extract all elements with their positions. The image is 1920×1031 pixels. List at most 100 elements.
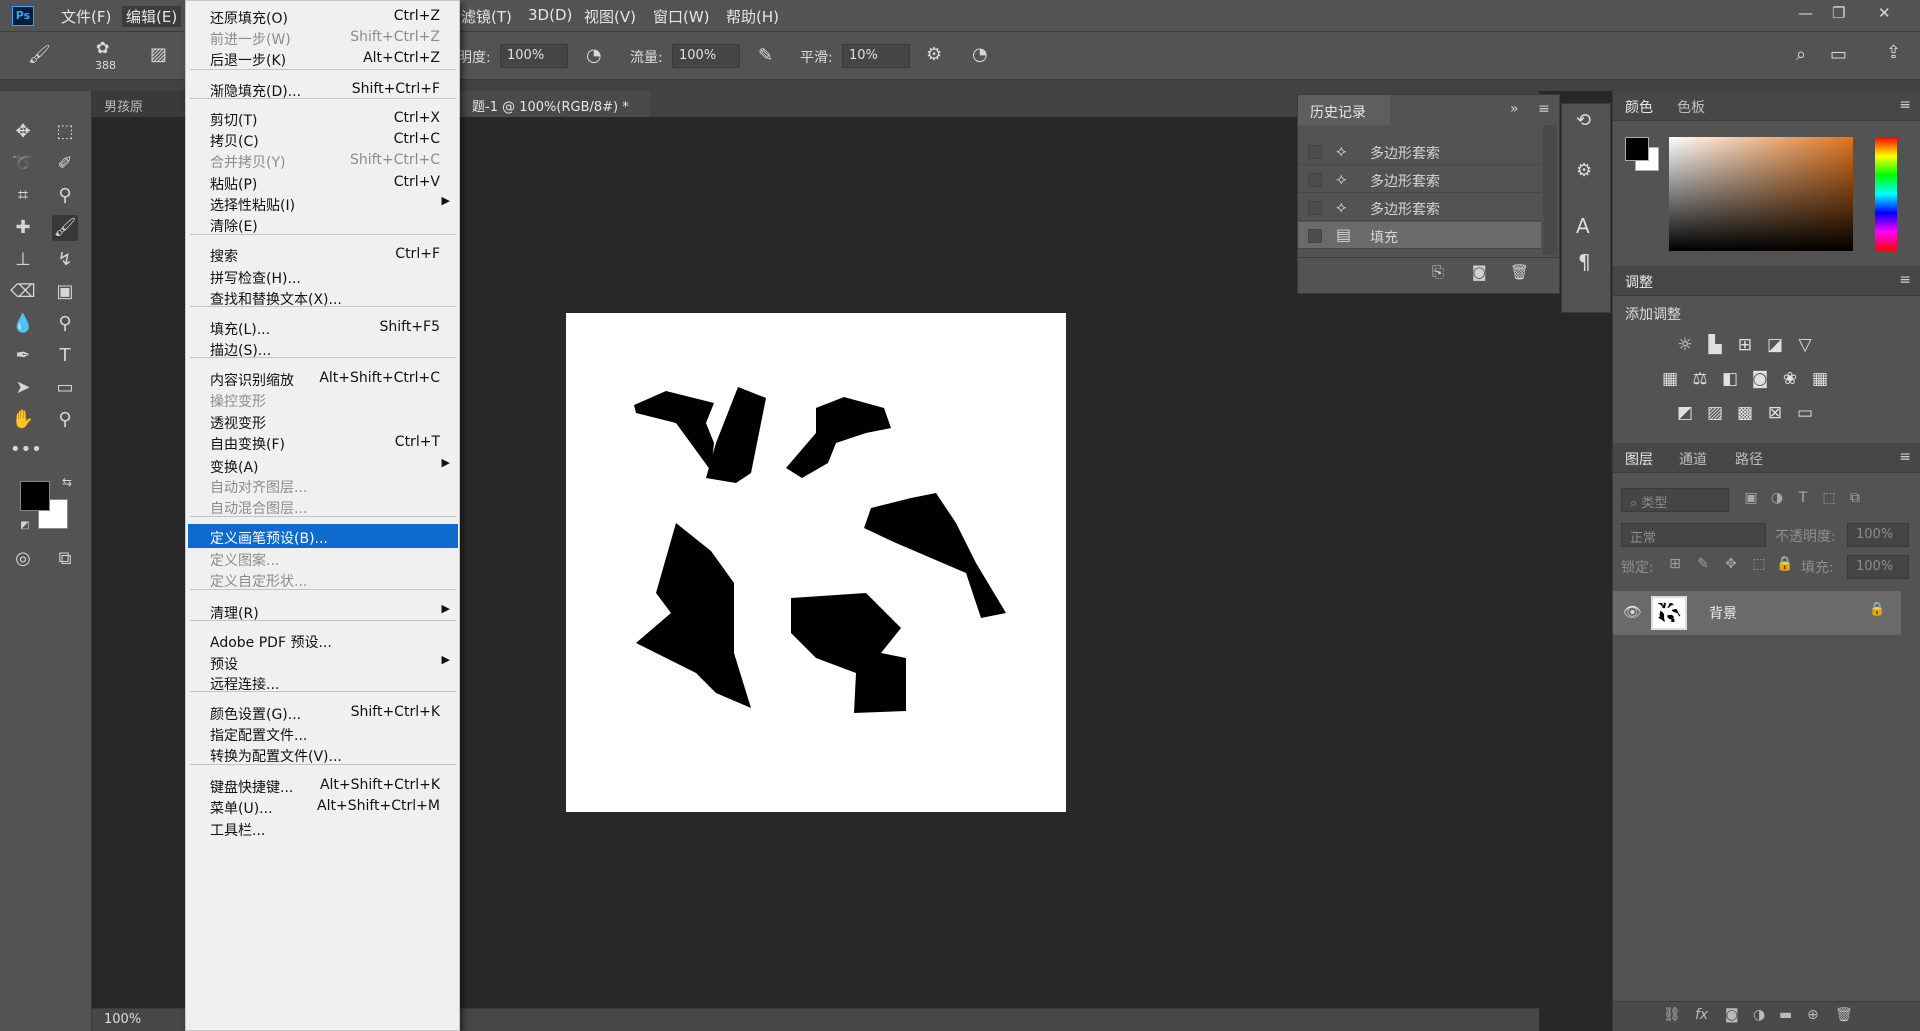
history-brush-tool-icon[interactable]: ↯: [52, 247, 78, 273]
history-item[interactable]: ⟡ 多边形套索: [1298, 194, 1541, 221]
opacity-field[interactable]: 100%: [500, 44, 568, 68]
character-panel-icon[interactable]: A: [1576, 214, 1590, 238]
marquee-tool-icon[interactable]: ⬚: [52, 119, 78, 145]
paragraph-panel-icon[interactable]: ¶: [1578, 250, 1591, 274]
lock-position-icon[interactable]: ✥: [1719, 556, 1743, 578]
new-group-icon[interactable]: ▬: [1779, 1007, 1792, 1023]
filter-shape-icon[interactable]: ⬚: [1817, 490, 1841, 512]
quick-mask-icon[interactable]: ◎: [10, 546, 36, 572]
workspace-icon[interactable]: ▭: [1830, 44, 1847, 65]
edit-menu-item[interactable]: Adobe PDF 预设...: [188, 628, 458, 652]
filter-pixel-icon[interactable]: ▣: [1739, 490, 1763, 512]
pressure-opacity-icon[interactable]: ◔: [586, 45, 602, 66]
brush-settings-icon[interactable]: ▨: [150, 44, 167, 65]
trash-icon[interactable]: 🗑: [1510, 263, 1529, 281]
airbrush-icon[interactable]: ✎: [758, 45, 773, 66]
color-lookup-icon[interactable]: ▦: [1808, 369, 1832, 391]
brightness-icon[interactable]: ☼: [1673, 335, 1697, 357]
fill-field[interactable]: 100%: [1847, 555, 1909, 579]
gradient-tool-icon[interactable]: ▣: [52, 279, 78, 305]
tab-layers[interactable]: 图层: [1625, 449, 1653, 469]
foreground-color-swatch[interactable]: [20, 481, 50, 511]
history-checkbox[interactable]: [1308, 173, 1322, 187]
panel-menu-icon[interactable]: ≡: [1899, 449, 1911, 465]
history-item[interactable]: ⟡ 多边形套索: [1298, 138, 1541, 165]
menu-edit[interactable]: 编辑(E): [122, 6, 182, 27]
history-item[interactable]: ⟡ 多边形套索: [1298, 166, 1541, 193]
history-item-current[interactable]: ▤ 填充: [1298, 222, 1541, 249]
lock-image-icon[interactable]: ✎: [1691, 556, 1715, 578]
search-icon[interactable]: ⌕: [1796, 44, 1806, 65]
lock-artboard-icon[interactable]: ⬚: [1747, 556, 1771, 578]
new-adjustment-icon[interactable]: ◑: [1753, 1007, 1765, 1023]
history-checkbox[interactable]: [1308, 229, 1322, 243]
smoothing-field[interactable]: 10%: [842, 44, 910, 68]
blend-mode-select[interactable]: 正常: [1621, 523, 1766, 547]
levels-icon[interactable]: ▙: [1703, 335, 1727, 357]
screen-mode-icon[interactable]: ⧉: [52, 546, 78, 572]
crop-tool-icon[interactable]: ⌗: [10, 183, 36, 209]
history-checkbox[interactable]: [1308, 201, 1322, 215]
swap-colors-icon[interactable]: ⇆: [60, 475, 74, 489]
add-mask-icon[interactable]: ◙: [1725, 1007, 1739, 1023]
document-canvas[interactable]: [566, 313, 1066, 812]
history-checkbox[interactable]: [1308, 145, 1322, 159]
new-layer-icon[interactable]: ⊕: [1807, 1007, 1819, 1023]
edit-menu-item[interactable]: 操控变形: [188, 387, 458, 411]
brush-tool-icon[interactable]: 🖌: [52, 215, 78, 241]
panel-collapse-icon[interactable]: »: [1510, 101, 1519, 117]
color-field[interactable]: [1669, 137, 1853, 251]
share-icon[interactable]: ⇪: [1886, 42, 1901, 63]
menu-help[interactable]: 帮助(H): [722, 6, 783, 27]
hue-saturation-icon[interactable]: ▦: [1658, 369, 1682, 391]
link-layers-icon[interactable]: ⛓: [1663, 1007, 1681, 1023]
hand-tool-icon[interactable]: ✋: [10, 407, 36, 433]
tab-document-1[interactable]: 男孩原图.ps: [92, 91, 187, 134]
invert-icon[interactable]: ◩: [1673, 403, 1697, 425]
eyedropper-tool-icon[interactable]: ⚲: [52, 183, 78, 209]
photo-filter-icon[interactable]: ◙: [1748, 369, 1772, 391]
restore-icon[interactable]: ❐: [1832, 4, 1845, 22]
blur-tool-icon[interactable]: 💧: [10, 311, 36, 337]
tab-color[interactable]: 颜色: [1625, 97, 1653, 117]
gradient-map-icon[interactable]: ▭: [1793, 403, 1817, 425]
exposure-icon[interactable]: ◪: [1763, 335, 1787, 357]
hue-slider[interactable]: [1875, 137, 1897, 251]
type-tool-icon[interactable]: T: [52, 343, 78, 369]
filter-adjustment-icon[interactable]: ◑: [1765, 490, 1789, 512]
quick-select-tool-icon[interactable]: ✐: [52, 151, 78, 177]
snapshot-icon[interactable]: ◙: [1472, 263, 1487, 281]
edit-menu-item[interactable]: 清除(E): [188, 212, 458, 236]
brush-preset-icon[interactable]: ✿: [96, 38, 109, 57]
black-white-icon[interactable]: ◧: [1718, 369, 1742, 391]
history-panel-icon[interactable]: ⟲: [1576, 110, 1591, 131]
panel-menu-icon[interactable]: ≡: [1899, 272, 1911, 288]
more-tools-icon[interactable]: •••: [10, 437, 42, 463]
dodge-tool-icon[interactable]: ⚲: [52, 311, 78, 337]
filter-smart-object-icon[interactable]: ⧉: [1843, 490, 1867, 512]
history-scrollbar[interactable]: [1543, 125, 1557, 255]
tab-swatches[interactable]: 色板: [1677, 97, 1705, 117]
pressure-size-icon[interactable]: ◔: [972, 44, 988, 65]
color-balance-icon[interactable]: ⚖: [1688, 369, 1712, 391]
close-icon[interactable]: ✕: [1878, 4, 1891, 22]
edit-menu-item[interactable]: 自由变换(F) Ctrl+T: [188, 430, 458, 454]
path-select-tool-icon[interactable]: ➤: [10, 375, 36, 401]
edit-menu-item[interactable]: 自动混合图层...: [188, 494, 458, 518]
vibrance-icon[interactable]: ▽: [1793, 335, 1817, 357]
healing-tool-icon[interactable]: ✚: [10, 215, 36, 241]
zoom-level[interactable]: 100%: [104, 1012, 141, 1027]
brush-size[interactable]: 388: [95, 59, 116, 72]
menu-file[interactable]: 文件(F): [57, 6, 115, 27]
foreground-color-swatch[interactable]: [1625, 137, 1649, 161]
edit-menu-item[interactable]: 转换为配置文件(V)...: [188, 742, 458, 766]
panel-menu-icon[interactable]: ≡: [1538, 101, 1550, 117]
selective-color-icon[interactable]: ⊠: [1763, 403, 1787, 425]
menu-3d[interactable]: 3D(D): [524, 6, 576, 24]
lasso-tool-icon[interactable]: ➰: [10, 151, 36, 177]
curves-icon[interactable]: ⊞: [1733, 335, 1757, 357]
zoom-tool-icon[interactable]: ⚲: [52, 407, 78, 433]
layer-row[interactable]: 👁 背景 🔒: [1613, 591, 1901, 635]
panel-menu-icon[interactable]: ≡: [1899, 97, 1911, 113]
menu-filter[interactable]: 滤镜(T): [457, 6, 516, 27]
